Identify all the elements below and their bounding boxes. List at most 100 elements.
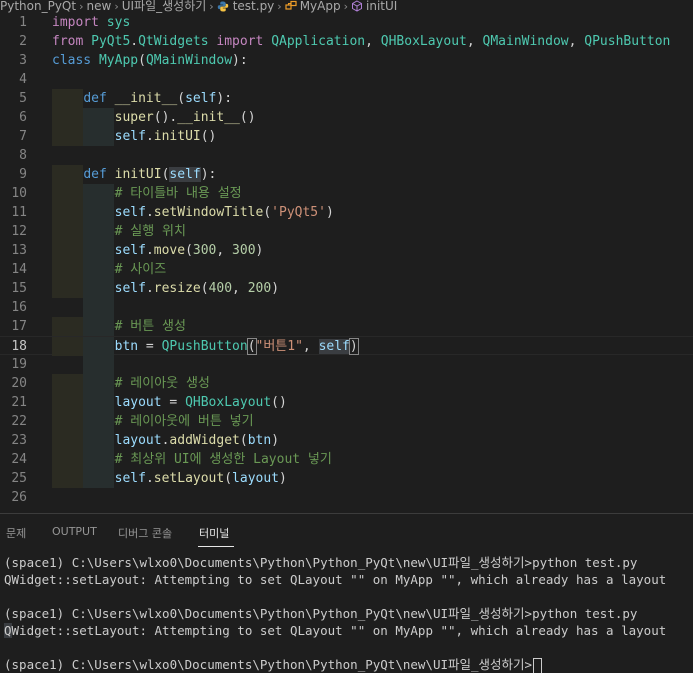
breadcrumb-item-folder-root[interactable]: Python_PyQt xyxy=(0,0,76,13)
code-line[interactable]: 19 xyxy=(0,355,693,374)
code-line[interactable]: 14 # 사이즈 xyxy=(0,260,693,279)
code-line[interactable]: 11 self.setWindowTitle('PyQt5') xyxy=(0,203,693,222)
code-text: self.setLayout(layout) xyxy=(114,471,287,486)
chevron-right-icon: › xyxy=(277,0,282,13)
tab-debug-console[interactable]: 디버그 콘솔 xyxy=(118,525,172,541)
tab-problems[interactable]: 문제 xyxy=(6,525,26,541)
line-number: 17 xyxy=(11,319,27,334)
code-line[interactable]: 16 xyxy=(0,298,693,317)
line-number: 8 xyxy=(19,148,27,163)
indent-shading xyxy=(52,70,83,89)
indent-shading xyxy=(52,355,83,374)
code-line[interactable]: 18 btn = QPushButton("버튼1", self) xyxy=(0,336,693,356)
line-number: 10 xyxy=(11,186,27,201)
code-text: self.move(300, 300) xyxy=(114,243,264,258)
breadcrumb-item-method[interactable]: initUI xyxy=(366,0,397,13)
line-number: 20 xyxy=(11,376,27,391)
line-number: 26 xyxy=(11,490,27,505)
code-line[interactable]: 3 class MyApp(QMainWindow): xyxy=(0,51,693,70)
code-line[interactable]: 24 # 최상위 UI에 생성한 Layout 넣기 xyxy=(0,450,693,469)
code-text: layout.addWidget(btn) xyxy=(114,433,280,448)
code-line[interactable]: 7 self.initUI() xyxy=(0,127,693,146)
code-line[interactable]: 10 # 타이틀바 내용 설정 xyxy=(0,184,693,203)
code-line[interactable]: 13 self.move(300, 300) xyxy=(0,241,693,260)
code-text: def initUI(self): xyxy=(83,167,217,182)
class-symbol-icon xyxy=(285,0,297,10)
indent-shading xyxy=(52,146,83,165)
terminal-line: QWidget::setLayout: Attempting to set QL… xyxy=(4,623,667,638)
line-number: 11 xyxy=(11,205,27,220)
line-number: 7 xyxy=(19,129,27,144)
line-number: 12 xyxy=(11,224,27,239)
terminal-line: (space1) C:\Users\wlxo0\Documents\Python… xyxy=(4,555,638,570)
line-number: 16 xyxy=(11,300,27,315)
code-text: # 실행 위치 xyxy=(114,224,186,239)
line-number: 5 xyxy=(19,91,27,106)
terminal-line: QWidget::setLayout: Attempting to set QL… xyxy=(4,572,667,587)
chevron-right-icon: › xyxy=(343,0,348,13)
line-number: 9 xyxy=(19,167,27,182)
terminal-line: (space1) C:\Users\wlxo0\Documents\Python… xyxy=(4,656,666,673)
code-text: self.resize(400, 200) xyxy=(114,281,280,296)
code-line[interactable]: 1 import sys xyxy=(0,13,693,32)
code-text: btn = QPushButton("버튼1", self) xyxy=(114,338,359,355)
tab-terminal[interactable]: 터미널 xyxy=(199,525,229,541)
code-text: self.initUI() xyxy=(114,129,217,144)
code-line[interactable]: 6 super().__init__() xyxy=(0,108,693,127)
code-text: # 레이아웃 생성 xyxy=(114,376,210,391)
breadcrumb-item-folder-ui[interactable]: UI파일_생성하기 xyxy=(122,0,207,13)
terminal-cursor xyxy=(533,657,543,673)
line-number: 18 xyxy=(11,339,27,354)
code-line[interactable]: 15 self.resize(400, 200) xyxy=(0,279,693,298)
chevron-right-icon: › xyxy=(114,0,119,13)
code-line[interactable]: 22 # 레이아웃에 버튼 넣기 xyxy=(0,412,693,431)
code-line[interactable]: 4 xyxy=(0,70,693,89)
tab-output[interactable]: OUTPUT xyxy=(52,525,97,538)
code-line[interactable]: 8 xyxy=(0,146,693,165)
code-text: # 레이아웃에 버튼 넣기 xyxy=(114,414,254,429)
line-number: 23 xyxy=(11,433,27,448)
code-text: import sys xyxy=(52,15,131,30)
vscode-window: Python_PyQt › new › UI파일_생성하기 › test.py › MyApp ›… xyxy=(0,0,693,673)
code-line[interactable]: 26 xyxy=(0,488,693,507)
code-line[interactable]: 21 layout = QHBoxLayout() xyxy=(0,393,693,412)
code-line[interactable]: 17 # 버튼 생성 xyxy=(0,317,693,336)
code-line[interactable]: 25 self.setLayout(layout) xyxy=(0,469,693,488)
line-number: 19 xyxy=(11,357,27,372)
code-line[interactable]: 5 def __init__(self): xyxy=(0,89,693,108)
breadcrumb-item-class[interactable]: MyApp xyxy=(300,0,341,13)
code-line[interactable]: 12 # 실행 위치 xyxy=(0,222,693,241)
line-number: 21 xyxy=(11,395,27,410)
active-tab-indicator xyxy=(198,546,234,547)
code-line[interactable]: 20 # 레이아웃 생성 xyxy=(0,374,693,393)
line-number: 6 xyxy=(19,110,27,125)
indent-shading xyxy=(52,298,83,317)
line-number: 3 xyxy=(19,53,27,68)
line-number: 24 xyxy=(11,452,27,467)
breadcrumb-item-file[interactable]: test.py xyxy=(233,0,275,13)
code-line[interactable]: 23 layout.addWidget(btn) xyxy=(0,431,693,450)
bottom-panel: 문제 OUTPUT 디버그 콘솔 터미널 (space1) C:\Users\w… xyxy=(0,513,693,673)
code-text: from PyQt5.QtWidgets import QApplication… xyxy=(52,34,671,49)
line-number: 1 xyxy=(19,15,27,30)
breadcrumb: Python_PyQt › new › UI파일_생성하기 › test.py › MyApp ›… xyxy=(0,0,693,13)
breadcrumb-item-folder-new[interactable]: new xyxy=(87,0,112,13)
code-text: # 버튼 생성 xyxy=(114,319,186,334)
code-editor[interactable]: 1 import sys 2 from PyQt5.QtWidgets import … xyxy=(0,13,693,513)
code-text: self.setWindowTitle('PyQt5') xyxy=(114,205,334,220)
code-line[interactable]: 9 def initUI(self): xyxy=(0,165,693,184)
line-number: 13 xyxy=(11,243,27,258)
panel-tabs: 문제 OUTPUT 디버그 콘솔 터미널 xyxy=(0,514,693,548)
code-text: class MyApp(QMainWindow): xyxy=(52,53,248,68)
code-text: super().__init__() xyxy=(114,110,256,125)
line-number: 2 xyxy=(19,34,27,49)
terminal-line: (space1) C:\Users\wlxo0\Documents\Python… xyxy=(4,606,638,621)
code-text: # 타이틀바 내용 설정 xyxy=(114,186,242,201)
code-line[interactable]: 2 from PyQt5.QtWidgets import QApplicatio… xyxy=(0,32,693,51)
terminal-output[interactable]: (space1) C:\Users\wlxo0\Documents\Python… xyxy=(4,554,666,673)
code-text: # 사이즈 xyxy=(114,262,167,277)
indent-shading xyxy=(83,355,115,374)
code-text: # 최상위 UI에 생성한 Layout 넣기 xyxy=(114,452,332,467)
